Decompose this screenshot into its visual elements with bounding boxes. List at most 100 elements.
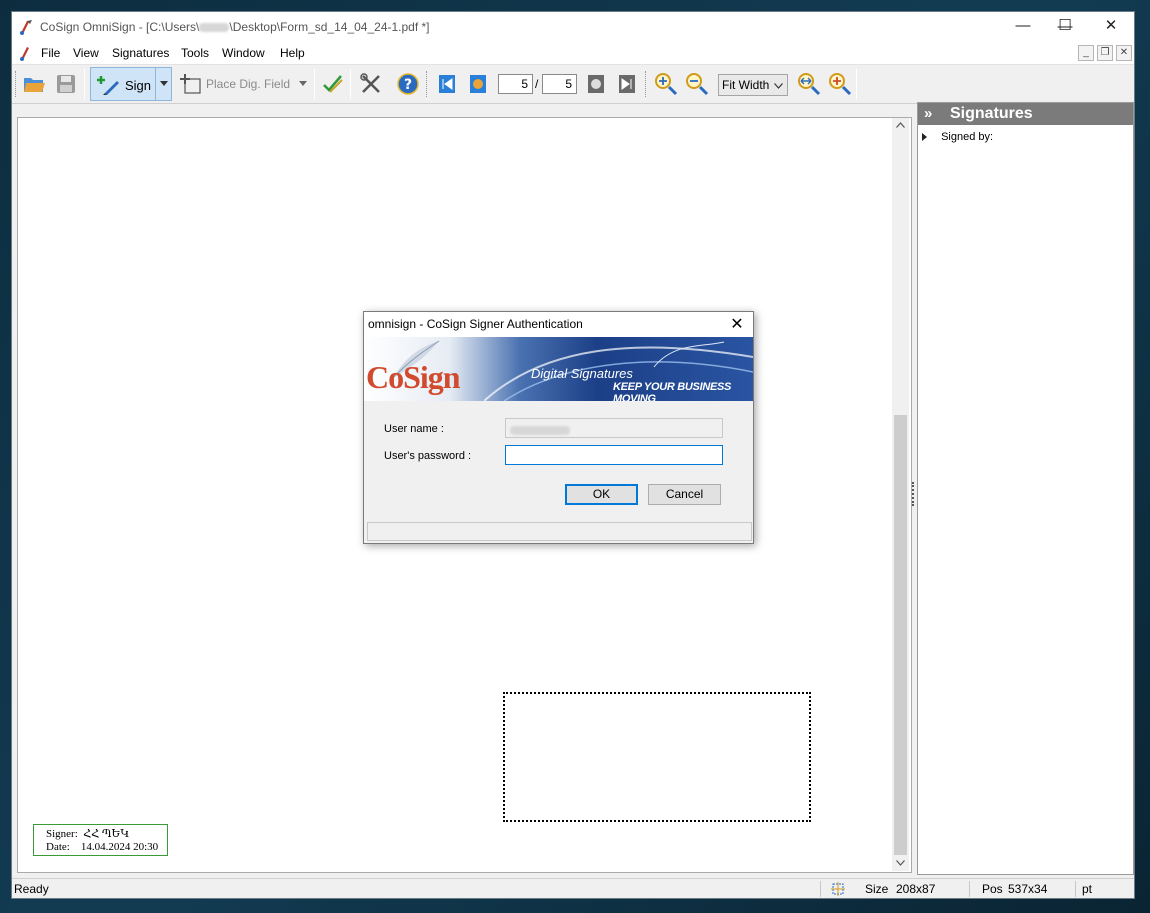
sign-button-label: Sign (125, 78, 152, 93)
status-text: Ready (14, 882, 49, 896)
signatures-panel: » Signatures Signed by: (917, 102, 1134, 875)
expand-arrow-icon[interactable] (922, 133, 928, 142)
toolbar-grip (15, 71, 18, 97)
signatures-panel-header: » Signatures (918, 103, 1133, 125)
fit-width-button[interactable] (796, 71, 822, 97)
panel-splitter[interactable] (912, 482, 916, 506)
stamp-signer-value: ՀՀ ՊԵԿ (83, 828, 130, 840)
chevron-down-icon (299, 81, 307, 86)
banner-brand-text: CoSign (366, 359, 461, 395)
position-label: Pos (982, 882, 1003, 896)
next-page-button[interactable] (583, 71, 609, 97)
zoom-mode-value: Fit Width (722, 78, 770, 92)
fit-width-zoom-icon (798, 73, 821, 96)
window-title-suffix: \Desktop\Form_sd_14_04_24-1.pdf *] (229, 20, 430, 34)
open-folder-icon (24, 78, 45, 92)
total-pages-display: 5 (542, 74, 577, 94)
first-page-button[interactable] (434, 71, 460, 97)
status-bar: Ready Size 208x87 Pos 537x34 pt (12, 878, 1134, 898)
signatures-panel-title: Signatures (950, 105, 1033, 122)
current-page-input[interactable]: 5 (498, 74, 533, 94)
collapse-panel-icon[interactable]: » (924, 103, 932, 125)
sign-dropdown-button[interactable] (155, 68, 172, 100)
size-label: Size (865, 882, 889, 896)
cosign-app-icon (20, 20, 32, 35)
menu-file[interactable]: File (41, 46, 60, 60)
window-maximize-button[interactable]: ☐ (1042, 11, 1088, 41)
unit-value: pt (1082, 882, 1093, 896)
add-field-icon (180, 74, 201, 94)
toolbar-grip (426, 71, 429, 97)
sign-pen-icon (97, 76, 119, 95)
username-label: User name : (384, 423, 444, 435)
signer-authentication-dialog: omnisign - CoSign Signer Authentication … (363, 311, 754, 544)
sign-button[interactable]: Sign (90, 67, 172, 101)
toolbar-separator (350, 69, 351, 99)
status-separator (1075, 881, 1076, 897)
zoom-out-icon (686, 73, 709, 96)
toolbar-grip (645, 71, 648, 97)
scroll-down-icon[interactable] (896, 860, 905, 866)
mdi-close-button[interactable]: ✕ (1116, 45, 1132, 61)
username-field (505, 418, 723, 438)
dialog-close-button[interactable]: ✕ (727, 315, 747, 335)
document-icon (20, 47, 29, 61)
actual-size-button[interactable] (827, 71, 853, 97)
zoom-in-icon (655, 73, 678, 96)
password-field[interactable] (505, 445, 723, 465)
window-close-button[interactable]: ✕ (1088, 11, 1134, 41)
stamp-date-value: 14.04.2024 20:30 (80, 841, 159, 853)
actual-size-zoom-icon (829, 73, 852, 96)
scrollbar-thumb[interactable] (894, 415, 907, 855)
chevron-down-icon (160, 81, 168, 86)
settings-button[interactable] (358, 71, 384, 97)
redacted-username-value (510, 425, 570, 435)
toolbar: Sign Place Dig. Field ? 5 / 5 Fit Width (12, 64, 1134, 104)
mdi-minimize-button[interactable]: _ (1078, 45, 1094, 61)
window-title-prefix: CoSign OmniSign - [C:\Users\ (40, 20, 200, 34)
window-minimize-button[interactable]: — (1000, 11, 1046, 41)
last-page-button[interactable] (614, 71, 640, 97)
status-separator (969, 881, 970, 897)
toolbar-separator (84, 69, 85, 99)
signed-by-label: Signed by: (941, 131, 994, 143)
place-field-label: Place Dig. Field (206, 77, 291, 91)
mdi-restore-button[interactable]: ❐ (1097, 45, 1113, 61)
stamp-date-row: Date: 14.04.2024 20:30 (46, 841, 167, 854)
banner-tagline-1: Digital Signatures (531, 366, 633, 381)
status-separator (820, 881, 821, 897)
banner-tagline-2: KEEP YOUR BUSINESS MOVING (613, 381, 732, 401)
menu-view[interactable]: View (73, 46, 99, 60)
signature-field-placeholder[interactable] (503, 692, 811, 822)
window-title: CoSign OmniSign - [C:\Users\ \Desktop\For… (40, 20, 430, 34)
toolbar-separator (856, 69, 857, 99)
help-icon: ? (397, 73, 419, 95)
toolbar-separator (314, 69, 315, 99)
help-button[interactable]: ? (395, 71, 421, 97)
save-icon (57, 75, 75, 93)
previous-page-button[interactable] (465, 71, 491, 97)
scroll-up-icon[interactable] (896, 122, 905, 128)
tools-icon (360, 73, 380, 93)
open-button[interactable] (21, 71, 47, 97)
menu-signatures[interactable]: Signatures (112, 46, 169, 60)
next-page-icon (588, 75, 604, 93)
signed-by-tree-item[interactable]: Signed by: (922, 131, 993, 143)
zoom-out-button[interactable] (684, 71, 710, 97)
menu-bar: File View Signatures Tools Window Help _… (12, 42, 1134, 64)
title-bar: CoSign OmniSign - [C:\Users\ \Desktop\For… (12, 12, 1134, 42)
cosign-banner: CoSign Digital Signatures KEEP YOUR BUSI… (364, 337, 753, 401)
menu-tools[interactable]: Tools (181, 46, 209, 60)
ok-button[interactable]: OK (565, 484, 638, 505)
zoom-in-button[interactable] (653, 71, 679, 97)
save-button[interactable] (53, 71, 79, 97)
menu-window[interactable]: Window (222, 46, 265, 60)
place-digital-field-button[interactable]: Place Dig. Field (180, 71, 310, 97)
stamp-date-label: Date: (46, 841, 70, 853)
zoom-mode-select[interactable]: Fit Width (718, 74, 788, 96)
previous-page-icon (470, 75, 486, 93)
cancel-button[interactable]: Cancel (648, 484, 721, 505)
svg-text:?: ? (404, 77, 412, 93)
menu-help[interactable]: Help (280, 46, 305, 60)
verify-signatures-button[interactable] (320, 71, 346, 97)
